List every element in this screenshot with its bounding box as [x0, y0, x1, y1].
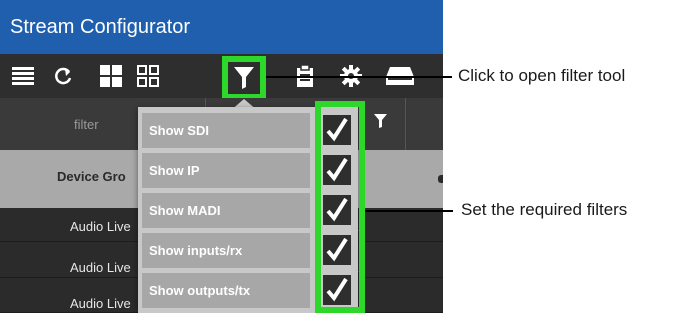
- column-divider: [405, 98, 406, 150]
- filter-option-label: Show SDI: [149, 123, 209, 138]
- column-filter-icon[interactable]: [374, 114, 387, 133]
- group-indicator: [438, 175, 443, 183]
- row-device-label: Audio Live: [70, 260, 131, 275]
- row-device-label: Audio Live: [70, 219, 131, 234]
- filter-tool-button[interactable]: [222, 56, 266, 100]
- callout-filters: Set the required filters: [461, 200, 628, 219]
- tiles-large-icon[interactable]: [98, 63, 124, 89]
- stream-configurator-window: Stream Configurator filter Device Gro Au…: [0, 0, 443, 313]
- filter-icon: [234, 67, 254, 94]
- refresh-icon[interactable]: [50, 63, 76, 89]
- row-device-label: Audio Live: [70, 296, 131, 311]
- device-group-label: Device Gro: [57, 169, 126, 184]
- filter-option-label: Show inputs/rx: [149, 243, 243, 258]
- checkbox-highlight: [315, 101, 365, 313]
- filter-option-label: Show IP: [149, 163, 200, 178]
- callout-filter-tool: Click to open filter tool: [458, 66, 626, 85]
- list-icon[interactable]: [10, 63, 36, 89]
- filter-option-label: Show outputs/tx: [149, 283, 251, 298]
- filter-input[interactable]: filter: [74, 117, 99, 132]
- callout-line-filter-tool: [266, 76, 452, 78]
- callout-line-filters: [365, 210, 453, 212]
- tiles-small-icon[interactable]: [135, 63, 161, 89]
- window-title: Stream Configurator: [0, 0, 443, 54]
- filter-option-label: Show MADI: [149, 203, 221, 218]
